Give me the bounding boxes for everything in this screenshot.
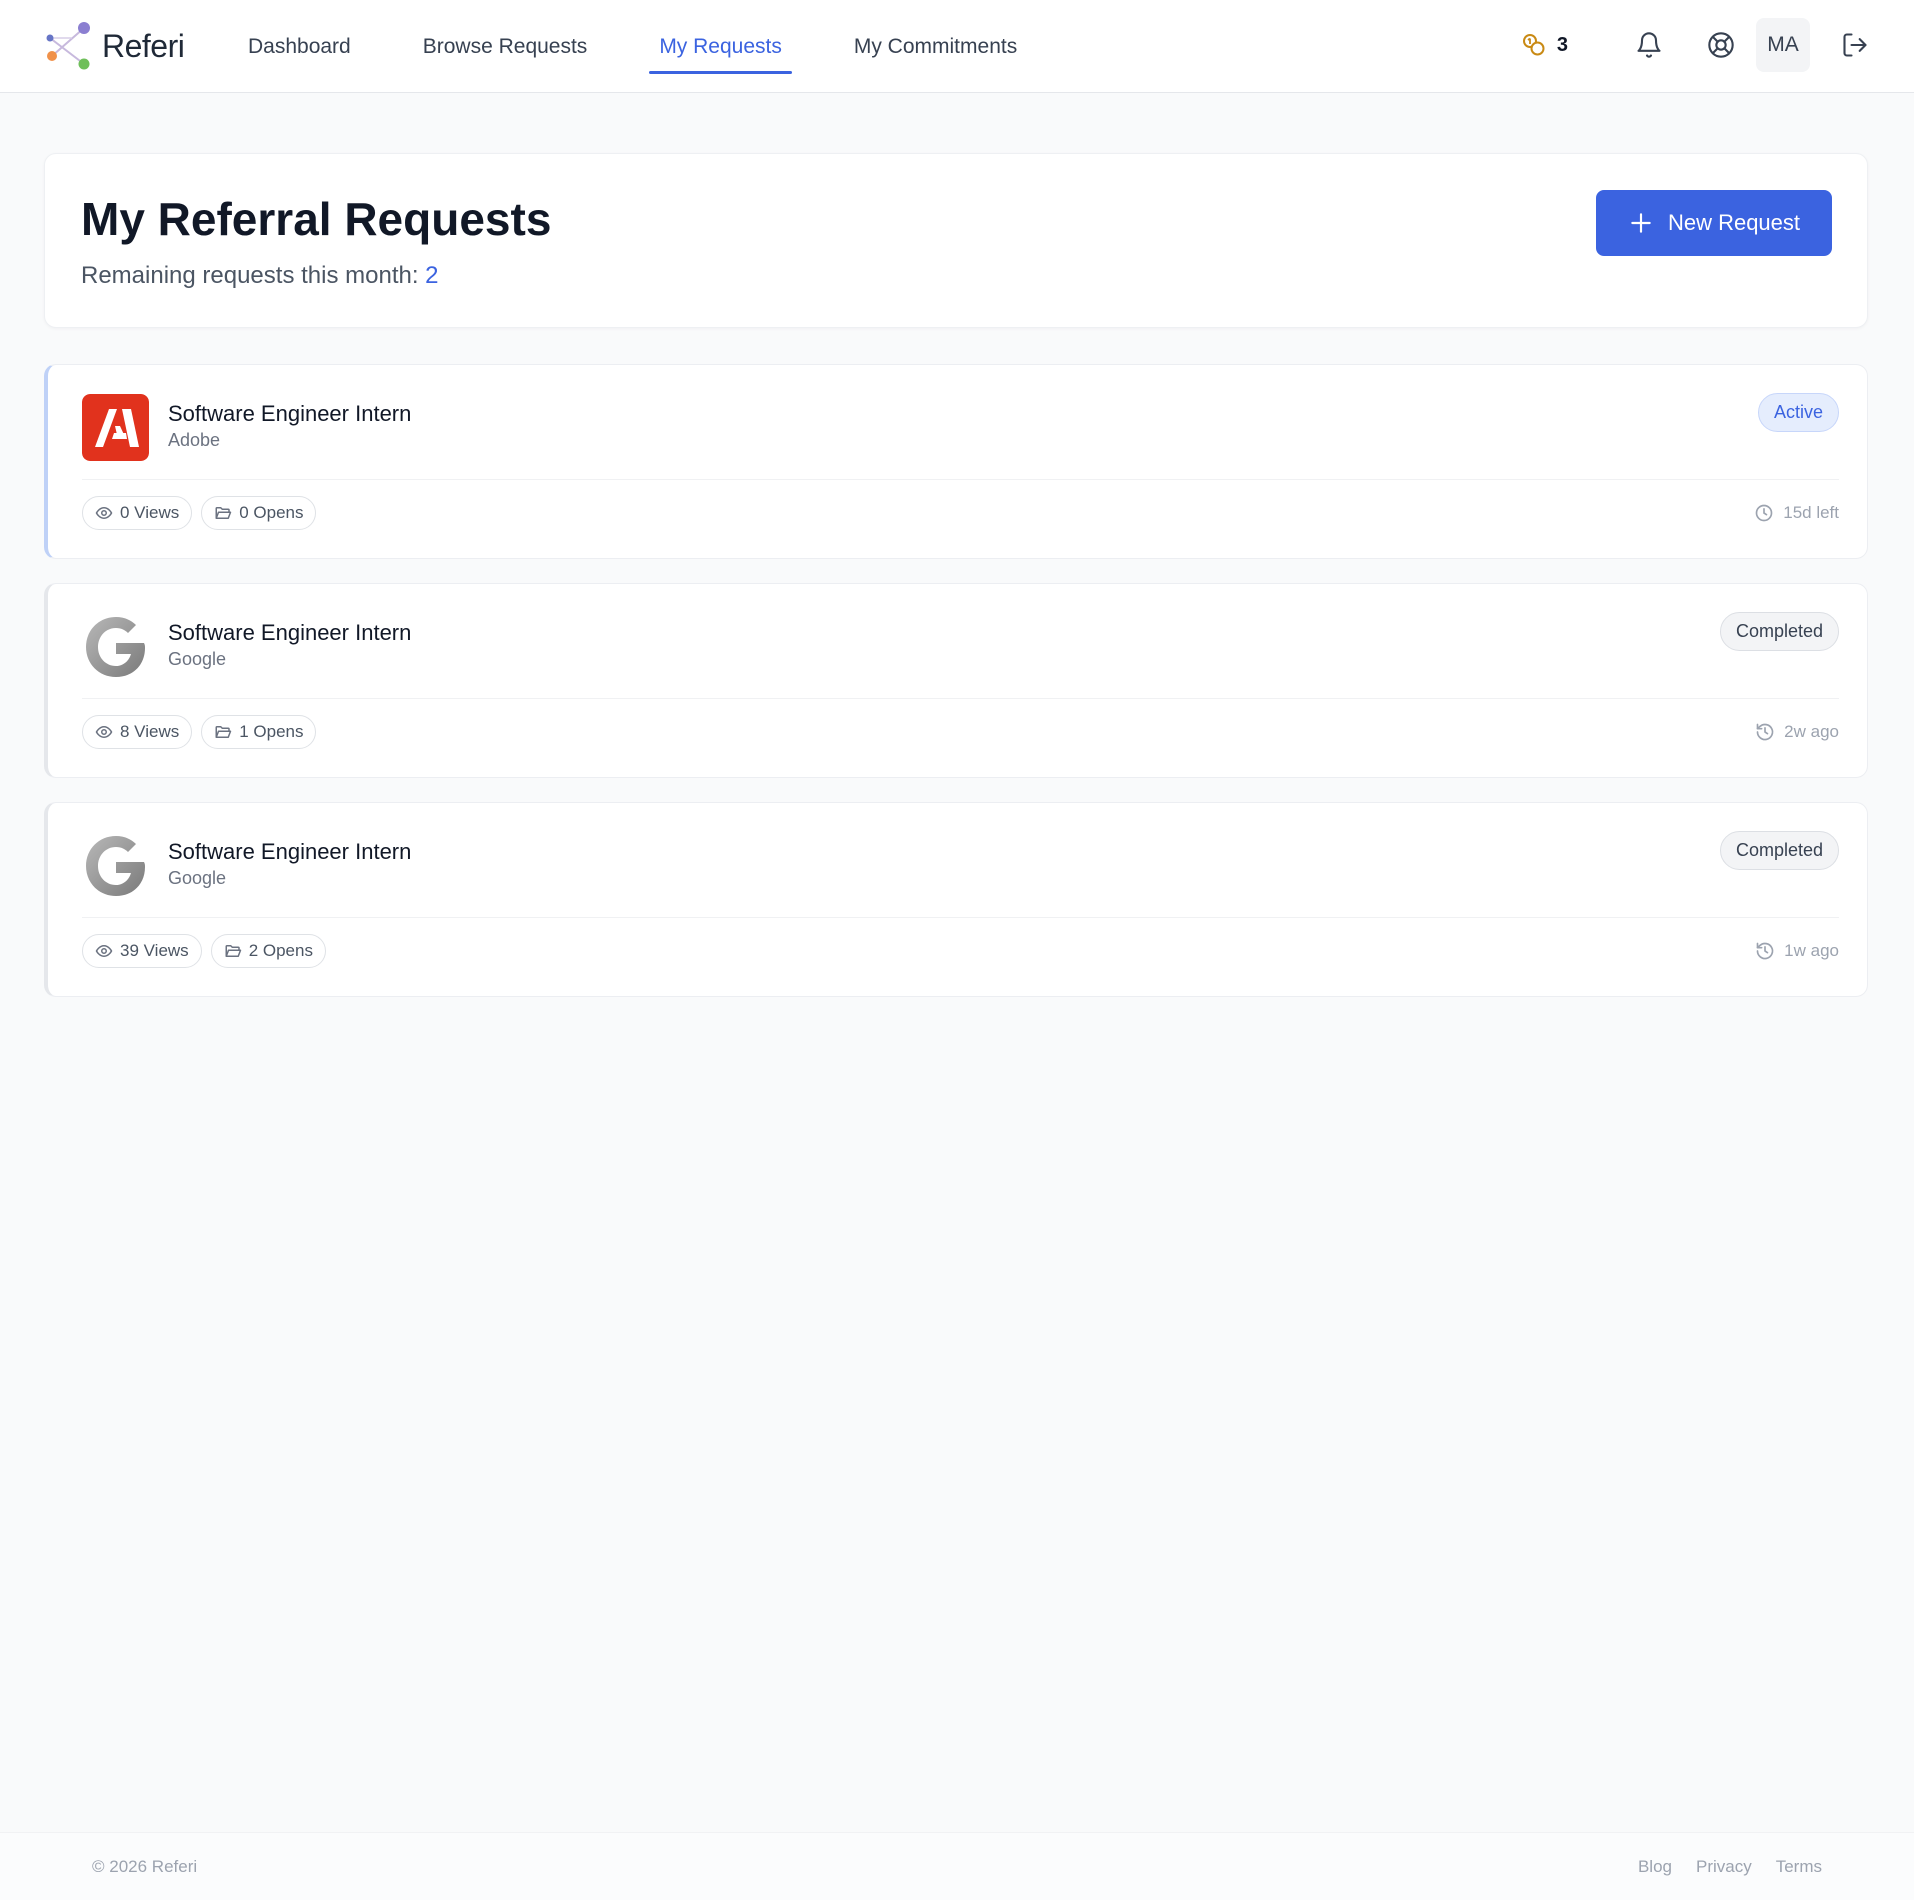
user-avatar[interactable]: MA: [1756, 18, 1810, 72]
remaining-requests: Remaining requests this month: 2: [81, 262, 439, 290]
app-logo[interactable]: Referi: [42, 20, 185, 72]
job-title: Software Engineer Intern: [168, 839, 412, 864]
stats-chips: 8 Views 1 Opens: [82, 715, 325, 749]
nav-my-requests[interactable]: My Requests: [641, 0, 800, 93]
opens-count: 2 Opens: [248, 941, 313, 960]
status-badge: Active: [1757, 393, 1839, 432]
company-name: Adobe: [168, 430, 221, 450]
time-label: 1w ago: [1784, 941, 1839, 960]
remaining-count: 2: [425, 262, 439, 289]
opens-chip: 2 Opens: [210, 934, 326, 968]
referi-logo-icon: [46, 22, 90, 70]
views-chip: 0 Views: [82, 496, 193, 530]
new-request-label: New Request: [1667, 210, 1801, 235]
copyright: © 2026 Referi: [92, 1857, 198, 1876]
google-logo: [82, 613, 149, 680]
history-icon: [1756, 723, 1774, 741]
views-chip: 8 Views: [82, 715, 193, 749]
request-card[interactable]: Software Engineer Intern Google Complete…: [44, 583, 1868, 778]
history-icon: [1756, 942, 1774, 960]
footer-link-privacy[interactable]: Privacy: [1696, 1857, 1752, 1877]
google-logo: [82, 832, 149, 899]
nav-my-commitments[interactable]: My Commitments: [836, 0, 1035, 93]
top-navbar: Referi Dashboard Browse Requests My Requ…: [0, 0, 1914, 93]
eye-icon: [95, 725, 113, 739]
google-logo-icon: [82, 613, 149, 680]
credits-button[interactable]: 3: [1521, 32, 1568, 58]
adobe-logo-icon: [82, 394, 149, 461]
adobe-logo: [82, 394, 149, 461]
request-card[interactable]: Software Engineer Intern Adobe Active 0 …: [44, 364, 1868, 559]
opens-count: 0 Opens: [239, 503, 304, 522]
folder-open-icon: [225, 945, 241, 957]
time-ago: 1w ago: [1755, 934, 1839, 968]
google-logo-icon: [82, 832, 149, 899]
time-label: 2w ago: [1784, 722, 1839, 741]
footer-link-terms[interactable]: Terms: [1776, 1857, 1822, 1877]
stats-chips: 0 Views 0 Opens: [82, 496, 325, 530]
notifications-button[interactable]: [1622, 18, 1676, 72]
company-name: Google: [168, 649, 227, 669]
views-count: 0 Views: [120, 503, 180, 522]
status-badge: Completed: [1719, 612, 1839, 651]
footer-link-blog[interactable]: Blog: [1638, 1857, 1672, 1877]
new-request-button[interactable]: New Request: [1596, 190, 1832, 256]
views-count: 8 Views: [120, 722, 180, 741]
footer: © 2026 Referi Blog Privacy Terms: [0, 1832, 1914, 1900]
header-actions: 3 MA: [1521, 18, 1882, 72]
nav-browse-requests[interactable]: Browse Requests: [405, 0, 606, 93]
plus-icon: [1631, 213, 1651, 233]
logout-button[interactable]: [1828, 18, 1882, 72]
help-button[interactable]: [1694, 18, 1748, 72]
clock-icon: [1755, 504, 1773, 522]
time-label: 15d left: [1783, 503, 1839, 522]
remaining-label: Remaining requests this month:: [81, 262, 419, 289]
page-title: My Referral Requests: [81, 193, 552, 245]
request-card[interactable]: Software Engineer Intern Google Complete…: [44, 802, 1868, 997]
life-buoy-icon: [1708, 32, 1734, 58]
card-divider: [82, 479, 1839, 480]
company-name: Google: [168, 868, 227, 888]
stats-chips: 39 Views 2 Opens: [82, 934, 335, 968]
job-title: Software Engineer Intern: [168, 620, 412, 645]
card-divider: [82, 698, 1839, 699]
card-divider: [82, 917, 1839, 918]
footer-links: Blog Privacy Terms: [1614, 1857, 1822, 1877]
main-nav: Dashboard Browse Requests My Requests My…: [230, 0, 1071, 93]
opens-chip: 1 Opens: [201, 715, 317, 749]
time-remaining: 15d left: [1754, 496, 1839, 530]
page-header-card: My Referral Requests Remaining requests …: [44, 153, 1868, 328]
nav-dashboard[interactable]: Dashboard: [230, 0, 369, 93]
logout-icon: [1843, 33, 1867, 57]
bell-icon: [1637, 32, 1661, 58]
time-ago: 2w ago: [1755, 715, 1839, 749]
opens-count: 1 Opens: [239, 722, 304, 741]
eye-icon: [95, 506, 113, 520]
job-title: Software Engineer Intern: [168, 401, 412, 426]
app-name: Referi: [102, 27, 185, 64]
coins-icon: [1522, 34, 1545, 56]
status-badge: Completed: [1719, 831, 1839, 870]
folder-open-icon: [215, 726, 232, 738]
folder-open-icon: [215, 507, 232, 519]
eye-icon: [95, 944, 113, 958]
views-chip: 39 Views: [82, 934, 202, 968]
opens-chip: 0 Opens: [201, 496, 317, 530]
views-count: 39 Views: [120, 941, 189, 960]
credits-count: 3: [1556, 33, 1568, 56]
